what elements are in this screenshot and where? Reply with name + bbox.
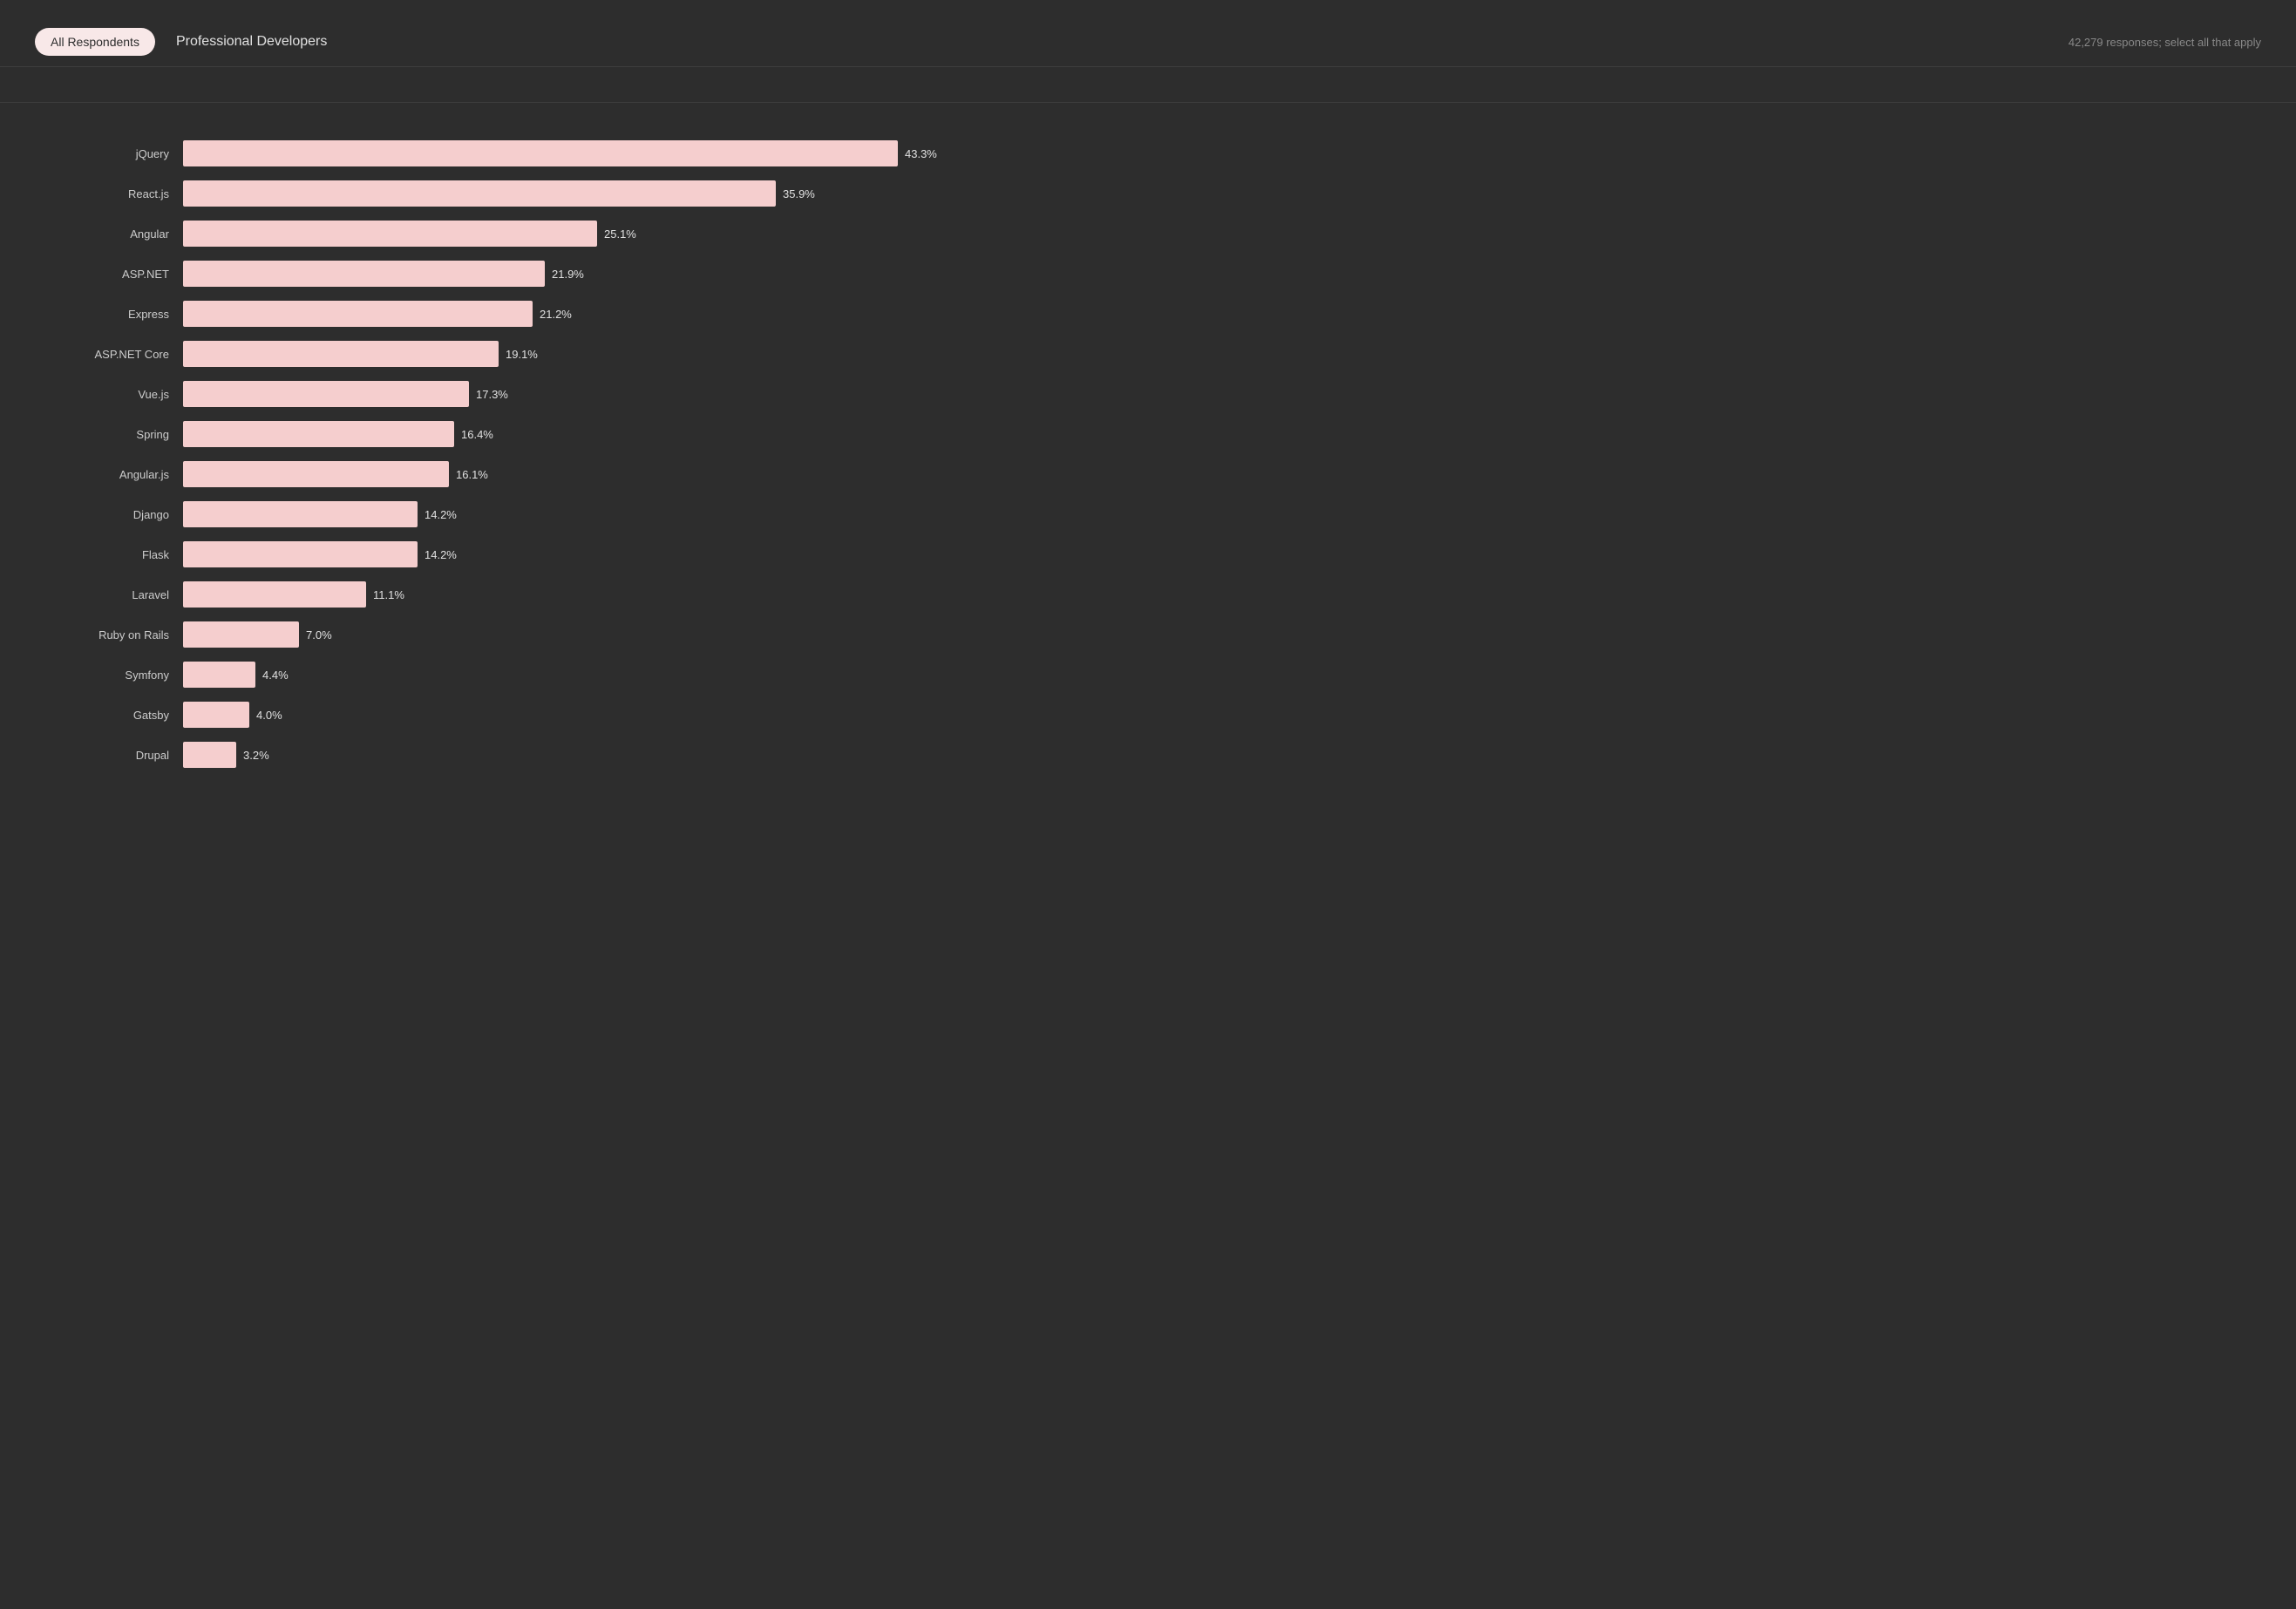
- bar-value: 4.0%: [256, 709, 282, 722]
- chart-row: Laravel 11.1%: [70, 579, 2226, 610]
- bar-value: 17.3%: [476, 388, 508, 401]
- bar-value: 21.9%: [552, 268, 584, 281]
- bar-value: 25.1%: [604, 227, 636, 241]
- bar-fill: [183, 581, 366, 608]
- bar-area: 14.2%: [183, 501, 2226, 527]
- bar-fill: [183, 702, 249, 728]
- header-left: All Respondents Professional Developers: [35, 28, 327, 56]
- bar-area: 21.9%: [183, 261, 2226, 287]
- bar-area: 43.3%: [183, 140, 2226, 166]
- chart-row: Gatsby 4.0%: [70, 699, 2226, 730]
- header-divider: [0, 102, 2296, 103]
- bar-area: 21.2%: [183, 301, 2226, 327]
- chart-row: Drupal 3.2%: [70, 739, 2226, 771]
- bar-value: 35.9%: [783, 187, 815, 200]
- bar-label: Symfony: [70, 669, 183, 682]
- chart-row: ASP.NET Core 19.1%: [70, 338, 2226, 370]
- bar-label: Vue.js: [70, 388, 183, 401]
- bar-fill: [183, 541, 418, 567]
- chart-row: ASP.NET 21.9%: [70, 258, 2226, 289]
- bar-value: 43.3%: [905, 147, 937, 160]
- chart-row: Angular 25.1%: [70, 218, 2226, 249]
- filter-label: Professional Developers: [176, 34, 327, 50]
- bar-area: 16.4%: [183, 421, 2226, 447]
- bar-area: 17.3%: [183, 381, 2226, 407]
- bar-label: Ruby on Rails: [70, 628, 183, 642]
- bar-area: 7.0%: [183, 621, 2226, 648]
- bar-fill: [183, 221, 597, 247]
- bar-label: jQuery: [70, 147, 183, 160]
- bar-fill: [183, 341, 499, 367]
- bar-fill: [183, 261, 545, 287]
- chart-row: jQuery 43.3%: [70, 138, 2226, 169]
- bar-value: 16.4%: [461, 428, 493, 441]
- bar-label: ASP.NET Core: [70, 348, 183, 361]
- chart-row: Symfony 4.4%: [70, 659, 2226, 690]
- bar-area: 3.2%: [183, 742, 2226, 768]
- chart-row: React.js 35.9%: [70, 178, 2226, 209]
- bar-area: 11.1%: [183, 581, 2226, 608]
- bar-label: Spring: [70, 428, 183, 441]
- bar-fill: [183, 742, 236, 768]
- bar-area: 25.1%: [183, 221, 2226, 247]
- bar-fill: [183, 621, 299, 648]
- chart-row: Spring 16.4%: [70, 418, 2226, 450]
- bar-label: Django: [70, 508, 183, 521]
- bar-label: Drupal: [70, 749, 183, 762]
- bar-value: 3.2%: [243, 749, 269, 762]
- bar-area: 4.4%: [183, 662, 2226, 688]
- chart-container: jQuery 43.3% React.js 35.9% Angular 25.1% ASP.…: [0, 138, 2296, 814]
- chart-row: Vue.js 17.3%: [70, 378, 2226, 410]
- bar-fill: [183, 180, 776, 207]
- bar-label: React.js: [70, 187, 183, 200]
- bar-fill: [183, 301, 533, 327]
- bar-fill: [183, 140, 898, 166]
- page-header: All Respondents Professional Developers …: [0, 17, 2296, 67]
- bar-value: 11.1%: [373, 588, 404, 601]
- bar-fill: [183, 461, 449, 487]
- bar-label: Express: [70, 308, 183, 321]
- bar-area: 19.1%: [183, 341, 2226, 367]
- bar-area: 16.1%: [183, 461, 2226, 487]
- bar-area: 35.9%: [183, 180, 2226, 207]
- all-respondents-button[interactable]: All Respondents: [35, 28, 155, 56]
- bar-label: Laravel: [70, 588, 183, 601]
- chart-row: Django 14.2%: [70, 499, 2226, 530]
- bar-fill: [183, 662, 255, 688]
- bar-value: 14.2%: [425, 508, 457, 521]
- bar-value: 19.1%: [506, 348, 538, 361]
- bar-value: 7.0%: [306, 628, 332, 642]
- bar-label: Angular.js: [70, 468, 183, 481]
- chart-row: Ruby on Rails 7.0%: [70, 619, 2226, 650]
- bar-label: Gatsby: [70, 709, 183, 722]
- bar-area: 4.0%: [183, 702, 2226, 728]
- bar-fill: [183, 501, 418, 527]
- bar-value: 21.2%: [540, 308, 572, 321]
- bar-value: 4.4%: [262, 669, 289, 682]
- bar-value: 14.2%: [425, 548, 457, 561]
- bar-label: Flask: [70, 548, 183, 561]
- bar-area: 14.2%: [183, 541, 2226, 567]
- bar-fill: [183, 381, 469, 407]
- bar-value: 16.1%: [456, 468, 488, 481]
- chart-row: Express 21.2%: [70, 298, 2226, 329]
- response-info: 42,279 responses; select all that apply: [2068, 36, 2261, 49]
- bar-fill: [183, 421, 454, 447]
- bar-label: Angular: [70, 227, 183, 241]
- chart-row: Flask 14.2%: [70, 539, 2226, 570]
- chart-row: Angular.js 16.1%: [70, 458, 2226, 490]
- bar-label: ASP.NET: [70, 268, 183, 281]
